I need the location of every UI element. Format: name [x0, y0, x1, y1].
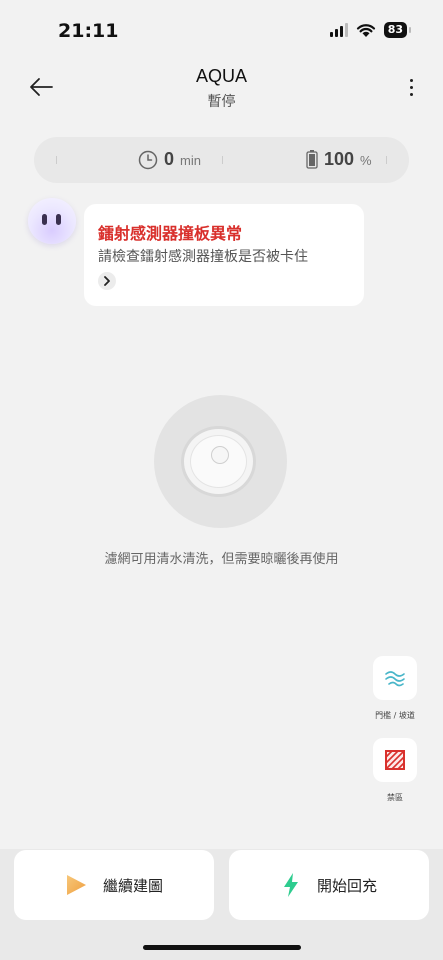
divider — [56, 156, 57, 164]
time-unit: min — [180, 153, 201, 168]
more-dot-icon — [409, 92, 413, 96]
battery-value: 100 — [324, 149, 355, 169]
time-value: 0 — [164, 149, 175, 169]
status-indicators: 83 — [329, 22, 412, 38]
wifi-icon — [356, 23, 375, 37]
more-dot-icon — [409, 85, 413, 89]
threshold-ramp-icon — [385, 671, 405, 687]
start-recharge-label: 開始回充 — [316, 876, 377, 895]
avatar-eye — [42, 214, 47, 225]
start-recharge-button[interactable]: 開始回充 — [229, 850, 429, 920]
threshold-ramp-button[interactable] — [373, 656, 417, 700]
alert-title: 鐳射感測器撞板異常 — [98, 224, 243, 243]
error-alert-card[interactable]: 鐳射感測器撞板異常 請檢查鐳射感測器撞板是否被卡住 — [84, 204, 364, 306]
laser-sensor-icon — [210, 446, 229, 464]
chevron-right-icon — [104, 276, 110, 286]
assistant-avatar — [28, 198, 76, 244]
alert-message: 請檢查鐳射感測器撞板是否被卡住 — [98, 249, 308, 265]
home-indicator[interactable] — [143, 945, 301, 950]
no-go-zone-label: 禁區 — [387, 793, 403, 802]
more-dot-icon — [409, 78, 413, 82]
no-go-zone-button[interactable] — [373, 738, 417, 782]
battery-level: 100 % — [306, 149, 372, 170]
status-time: 21:11 — [58, 20, 119, 42]
no-go-zone-icon — [385, 750, 405, 770]
clock-icon — [138, 150, 158, 169]
robot-status: 暫停 — [207, 94, 236, 110]
lightning-icon — [283, 873, 298, 897]
divider — [386, 156, 387, 164]
cleaning-time: 0 min — [138, 149, 201, 170]
play-icon — [66, 875, 86, 895]
maintenance-tip: 濾網可用清水清洗，但需要晾曬後再使用 — [104, 552, 339, 567]
battery-unit: % — [360, 153, 372, 168]
continue-mapping-label: 繼續建圖 — [102, 876, 163, 895]
alert-details-button[interactable] — [98, 272, 116, 290]
cleaning-stats: 0 min 100 % — [34, 137, 409, 183]
avatar-eye — [56, 214, 61, 225]
more-options-button[interactable] — [401, 72, 421, 102]
robot-vacuum-icon — [181, 426, 256, 497]
threshold-ramp-label: 門檻 / 坡道 — [375, 711, 415, 720]
page-title: AQUA — [195, 66, 247, 86]
battery-indicator: 83 — [383, 22, 412, 38]
cellular-signal-icon — [329, 23, 348, 37]
robot-top — [190, 435, 247, 488]
battery-icon — [306, 150, 318, 169]
continue-mapping-button[interactable]: 繼續建圖 — [14, 850, 214, 920]
robot-graphic — [154, 395, 287, 528]
divider — [222, 156, 223, 164]
